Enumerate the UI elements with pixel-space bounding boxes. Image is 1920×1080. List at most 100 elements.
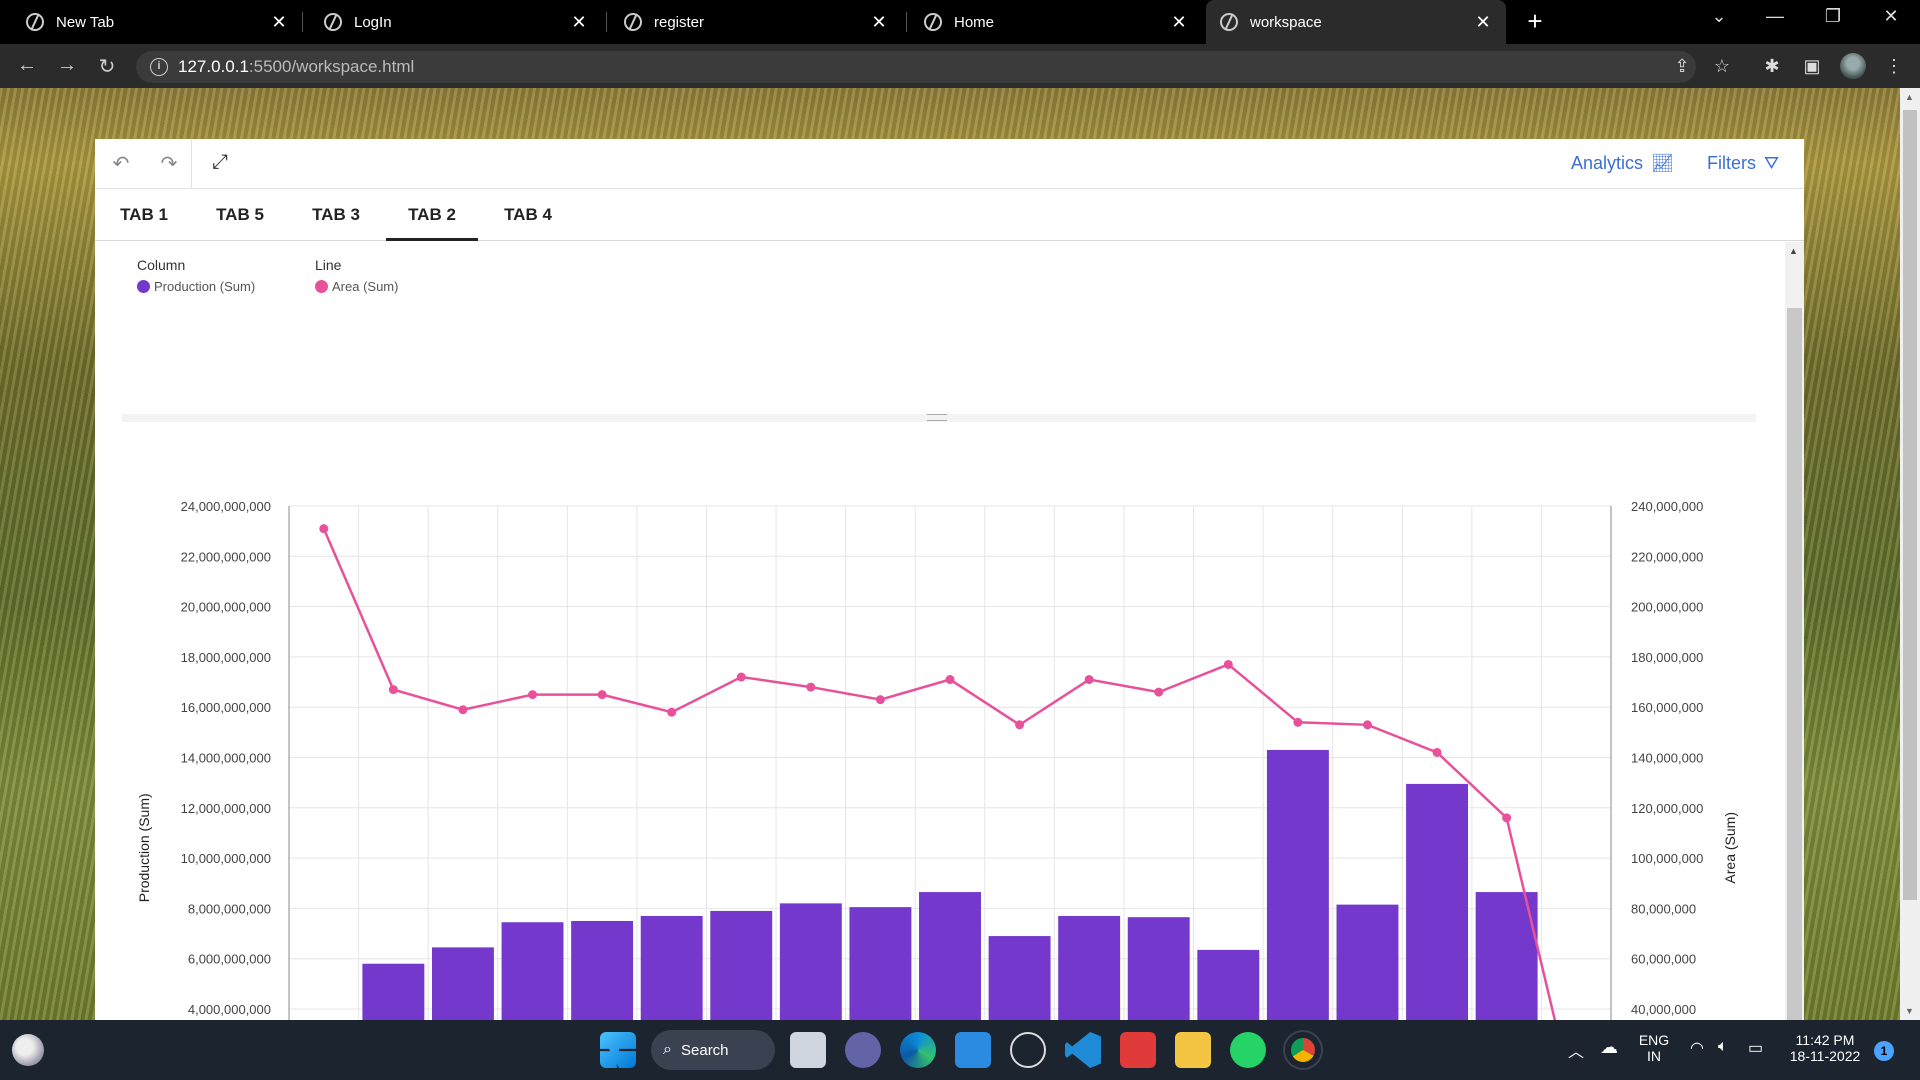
production-bar	[1058, 915, 1121, 1020]
reload-icon[interactable]: ↻	[94, 54, 120, 79]
close-icon[interactable]: ✕	[1170, 12, 1188, 33]
tab-4[interactable]: TAB 4	[489, 189, 567, 241]
y-tick-label: 4,000,000,000	[188, 1002, 271, 1017]
close-icon[interactable]: ✕	[1474, 12, 1492, 33]
tab-5[interactable]: TAB 5	[201, 189, 279, 241]
scroll-up-arrow-icon[interactable]: ▲	[1789, 246, 1798, 256]
clock-time: 11:42 PM	[1795, 1032, 1855, 1048]
browser-address-bar: ← → ↻ i 127.0.0.1:5500/workspace.html ⇪ …	[0, 44, 1920, 88]
url-input[interactable]: i 127.0.0.1:5500/workspace.html	[136, 51, 1696, 83]
legend-item-area[interactable]: Area (Sum)	[315, 279, 398, 294]
anydesk-icon[interactable]	[1120, 1032, 1156, 1068]
share-icon[interactable]: ⇪	[1670, 56, 1694, 77]
y-tick-label: 18,000,000,000	[181, 650, 271, 665]
language-indicator[interactable]: ENG IN	[1636, 1032, 1672, 1064]
y2-tick-label: 40,000,000	[1631, 1002, 1696, 1017]
area-point	[319, 524, 329, 534]
browser-tab-login[interactable]: LogIn ✕	[302, 0, 602, 44]
close-icon[interactable]: ✕	[870, 12, 888, 33]
dell-icon[interactable]	[1010, 1032, 1046, 1068]
profile-avatar[interactable]	[1840, 53, 1866, 79]
restore-icon[interactable]: ❐	[1818, 6, 1848, 27]
legend-dot-purple	[137, 280, 150, 293]
drag-handle-icon[interactable]	[927, 414, 947, 421]
y-tick-label: 24,000,000,000	[181, 499, 271, 514]
extensions-puzzle-icon[interactable]: ✱	[1760, 56, 1784, 77]
teams-chat-icon[interactable]	[845, 1032, 881, 1068]
content-scrollbar[interactable]: ▲	[1785, 242, 1804, 1020]
tab-3[interactable]: TAB 3	[297, 189, 375, 241]
legend-item-label: Area (Sum)	[332, 279, 399, 294]
taskbar-search-button[interactable]: ⌕ Search	[651, 1030, 775, 1070]
page-scrollbar-thumb[interactable]	[1903, 110, 1917, 900]
browser-tab-workspace[interactable]: workspace ✕	[1206, 0, 1506, 44]
globe-icon	[1220, 13, 1238, 31]
site-info-icon[interactable]: i	[150, 58, 168, 76]
side-panel-icon[interactable]: ▣	[1800, 56, 1824, 77]
close-icon[interactable]: ✕	[270, 12, 288, 33]
new-tab-button[interactable]: +	[1520, 6, 1550, 37]
file-explorer-icon[interactable]	[1175, 1032, 1211, 1068]
legend-dot-pink	[315, 280, 328, 293]
globe-icon	[624, 13, 642, 31]
speaker-muted-icon[interactable]: 🔈︎	[1718, 1038, 1728, 1056]
production-bar	[501, 922, 564, 1020]
tray-chevron-up-icon[interactable]: ︿	[1568, 1038, 1584, 1062]
legend-item-production[interactable]: Production (Sum)	[137, 279, 255, 294]
area-point	[1432, 747, 1442, 757]
production-bar	[849, 907, 912, 1020]
lang-top: ENG	[1638, 1032, 1670, 1048]
legend-line: Line Area (Sum)	[315, 257, 398, 294]
scroll-up-arrow-icon[interactable]: ▲	[1905, 92, 1914, 102]
battery-icon[interactable]: ▭	[1748, 1038, 1763, 1058]
bookmark-star-icon[interactable]: ☆	[1710, 56, 1734, 77]
browser-tab-new-tab[interactable]: New Tab ✕	[0, 0, 302, 44]
task-view-icon[interactable]	[790, 1032, 826, 1068]
browser-tab-title: workspace	[1250, 13, 1322, 31]
analytics-button[interactable]: Analytics 📈︎	[1571, 153, 1674, 174]
y2-tick-label: 140,000,000	[1631, 751, 1703, 766]
filters-label: Filters	[1707, 153, 1756, 173]
vscode-icon[interactable]	[1065, 1032, 1101, 1068]
y-tick-label: 8,000,000,000	[188, 901, 271, 916]
browser-tab-register[interactable]: register ✕	[602, 0, 902, 44]
chrome-taskbar-icon[interactable]	[1283, 1030, 1323, 1070]
filters-button[interactable]: Filters ⛛	[1707, 153, 1779, 174]
wifi-icon[interactable]: ◠	[1690, 1038, 1704, 1058]
edge-browser-icon[interactable]	[900, 1032, 936, 1068]
area-point	[1293, 717, 1303, 727]
notification-badge[interactable]: 1	[1874, 1041, 1894, 1061]
window-close-icon[interactable]: ✕	[1876, 6, 1906, 27]
clock[interactable]: 11:42 PM 18-11-2022	[1780, 1032, 1870, 1064]
legend-column-title: Column	[137, 257, 186, 273]
back-arrow-icon[interactable]: ←	[14, 54, 40, 77]
windows-start-icon[interactable]	[600, 1032, 636, 1068]
forward-arrow-icon[interactable]: →	[54, 54, 80, 77]
content-scrollbar-thumb[interactable]	[1787, 308, 1802, 1020]
production-bar	[1406, 783, 1469, 1020]
tab-1[interactable]: TAB 1	[105, 189, 183, 241]
redo-icon[interactable]: ↷	[155, 151, 183, 177]
close-icon[interactable]: ✕	[570, 12, 588, 33]
browser-tab-home[interactable]: Home ✕	[902, 0, 1202, 44]
area-point	[945, 675, 955, 685]
toolbar-divider	[191, 139, 192, 189]
y-tick-label: 16,000,000,000	[181, 700, 271, 715]
tab-search-chevron-icon[interactable]: ⌄	[1704, 6, 1734, 27]
area-point	[1015, 720, 1025, 730]
minimize-icon[interactable]: —	[1760, 6, 1790, 27]
production-bar	[779, 903, 842, 1020]
onedrive-cloud-icon[interactable]: ☁	[1600, 1037, 1618, 1058]
resize-divider[interactable]	[122, 414, 1756, 422]
page-scrollbar[interactable]: ▲ ▼	[1900, 88, 1920, 1020]
expand-icon[interactable]: ⤢	[206, 151, 234, 177]
whatsapp-icon[interactable]	[1230, 1032, 1266, 1068]
tab-2[interactable]: TAB 2	[386, 189, 478, 241]
scroll-down-arrow-icon[interactable]: ▼	[1905, 1006, 1914, 1016]
menu-kebab-icon[interactable]: ⋮	[1882, 56, 1906, 77]
undo-icon[interactable]: ↶	[107, 151, 135, 177]
mail-icon[interactable]	[955, 1032, 991, 1068]
y2-tick-label: 180,000,000	[1631, 650, 1703, 665]
weather-icon[interactable]	[12, 1034, 44, 1066]
y2-tick-label: 120,000,000	[1631, 801, 1703, 816]
